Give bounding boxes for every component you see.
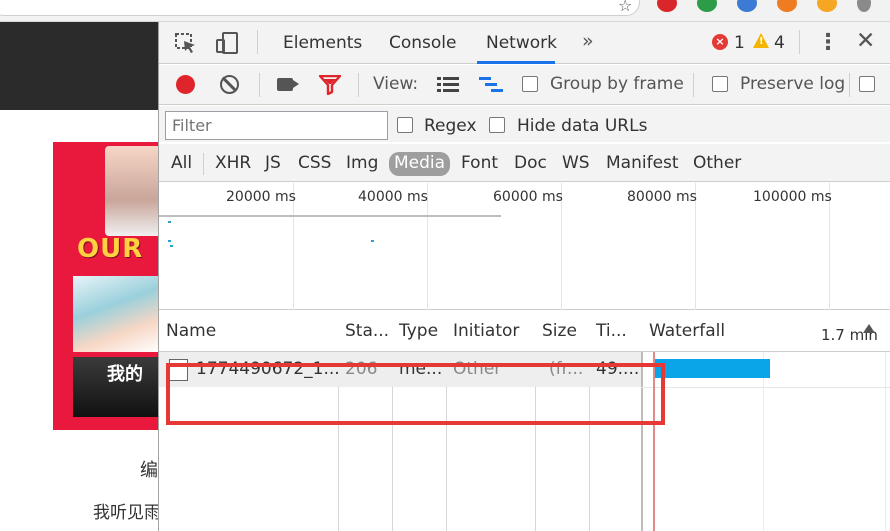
extension-icon-1[interactable] <box>657 0 677 12</box>
filter-bar: Regex Hide data URLs <box>159 106 890 142</box>
waterfall-bar[interactable] <box>653 359 770 378</box>
devtools-panel: Elements Console Network » × 1 ! 4 ⋮ ✕ V… <box>158 22 890 531</box>
waterfall-view-icon[interactable] <box>479 76 503 93</box>
overview-mark <box>371 240 374 242</box>
toolbar-separator-4 <box>849 73 850 97</box>
screen: ☆ OUR 我的 编 我听见雨 Elements Console Network… <box>0 0 890 531</box>
column-header-status[interactable]: Sta... <box>345 321 389 341</box>
waterfall-row-line <box>641 387 890 388</box>
poster-caption: 我的 <box>107 364 143 385</box>
close-icon[interactable]: ✕ <box>856 28 875 54</box>
list-view-icon[interactable] <box>437 76 459 93</box>
type-filter-js[interactable]: JS <box>262 152 284 176</box>
regex-label[interactable]: Regex <box>424 116 477 136</box>
device-toolbar-icon[interactable] <box>216 32 240 54</box>
inspect-element-icon[interactable] <box>174 32 198 54</box>
tabbar-separator-2 <box>799 30 800 54</box>
column-header-time[interactable]: Ti... <box>596 321 627 341</box>
extension-icon-2[interactable] <box>697 0 717 12</box>
page-text-line-2: 我听见雨 <box>93 503 161 523</box>
type-filter-css[interactable]: CSS <box>295 152 334 176</box>
error-icon[interactable]: × <box>712 34 728 50</box>
browser-toolbar: ☆ <box>0 0 890 22</box>
screenshot-camera-icon[interactable] <box>277 78 293 91</box>
network-toolbar: View: Group by frame Preserve log <box>159 65 890 105</box>
poster-image[interactable]: OUR 我的 <box>53 142 160 430</box>
column-header-type[interactable]: Type <box>399 321 438 341</box>
type-filter-other[interactable]: Other <box>690 152 744 176</box>
poster-photo-middle <box>73 276 159 352</box>
tab-console[interactable]: Console <box>389 33 457 53</box>
record-icon[interactable] <box>176 75 195 94</box>
poster-title: OUR <box>77 234 144 264</box>
star-icon[interactable]: ☆ <box>618 0 632 15</box>
sort-arrow-icon[interactable] <box>863 324 875 333</box>
overview-label: 60000 ms <box>493 189 563 205</box>
type-filter-img[interactable]: Img <box>343 152 381 176</box>
overview-range-bar[interactable] <box>159 215 501 217</box>
tabbar-separator <box>257 30 258 54</box>
group-by-frame-label[interactable]: Group by frame <box>550 74 684 94</box>
table-header: Name Sta... Type Initiator Size Ti... Wa… <box>159 311 890 352</box>
resource-type-bar: All XHR JS CSS Img Media Font Doc WS Man… <box>159 144 890 182</box>
devtools-tabbar: Elements Console Network » × 1 ! 4 ⋮ ✕ <box>159 22 890 64</box>
filter-input[interactable] <box>165 111 388 140</box>
page-text-line-1: 编 <box>140 460 158 481</box>
regex-checkbox[interactable] <box>397 117 413 133</box>
hide-data-urls-label[interactable]: Hide data URLs <box>517 116 647 136</box>
page-header-dark <box>0 22 160 110</box>
view-label: View: <box>373 74 419 94</box>
preserve-log-label[interactable]: Preserve log <box>740 74 845 94</box>
extension-icon-6[interactable] <box>857 0 871 12</box>
request-table: Name Sta... Type Initiator Size Ti... Wa… <box>159 311 890 531</box>
extension-icon-3[interactable] <box>737 0 757 12</box>
column-header-name[interactable]: Name <box>166 321 216 341</box>
overview-mark <box>168 221 171 223</box>
type-filter-doc[interactable]: Doc <box>511 152 550 176</box>
column-header-waterfall[interactable]: Waterfall <box>649 321 725 341</box>
more-tabs-icon[interactable]: » <box>582 30 594 52</box>
timeline-overview[interactable]: 20000 ms 40000 ms 60000 ms 80000 ms 1000… <box>159 183 890 310</box>
warning-mark: ! <box>759 36 764 47</box>
type-filter-xhr[interactable]: XHR <box>212 152 254 176</box>
preserve-log-checkbox[interactable] <box>712 76 728 92</box>
kebab-menu-icon[interactable]: ⋮ <box>817 30 839 55</box>
column-header-size[interactable]: Size <box>542 321 577 341</box>
type-separator <box>203 153 204 175</box>
toolbar-separator <box>259 73 260 97</box>
extension-icon-4[interactable] <box>777 0 797 12</box>
overview-label: 20000 ms <box>226 189 296 205</box>
overview-mark <box>170 245 173 247</box>
column-header-initiator[interactable]: Initiator <box>453 321 519 341</box>
tab-network[interactable]: Network <box>486 33 557 53</box>
type-filter-all[interactable]: All <box>168 152 195 176</box>
disable-cache-checkbox[interactable] <box>859 76 875 92</box>
type-filter-font[interactable]: Font <box>458 152 501 176</box>
toolbar-separator-2 <box>358 73 359 97</box>
type-filter-ws[interactable]: WS <box>559 152 593 176</box>
group-by-frame-checkbox[interactable] <box>522 76 538 92</box>
overview-label: 80000 ms <box>627 189 697 205</box>
type-filter-media[interactable]: Media <box>389 152 451 176</box>
poster-photo-top <box>105 146 160 236</box>
hide-data-urls-checkbox[interactable] <box>489 117 505 133</box>
clear-icon[interactable] <box>220 75 239 94</box>
filter-funnel-icon[interactable] <box>319 75 341 95</box>
toolbar-separator-3 <box>693 73 694 97</box>
type-filter-manifest[interactable]: Manifest <box>603 152 682 176</box>
extension-icon-5[interactable] <box>817 0 837 12</box>
error-count[interactable]: 1 <box>734 33 745 53</box>
warning-count[interactable]: 4 <box>774 33 785 53</box>
tab-elements[interactable]: Elements <box>283 33 362 53</box>
active-tab-indicator <box>477 61 555 64</box>
address-bar[interactable] <box>0 0 640 16</box>
overview-mark <box>168 240 171 242</box>
overview-label: 100000 ms <box>753 189 832 205</box>
overview-label: 40000 ms <box>358 189 428 205</box>
highlight-annotation <box>166 363 665 425</box>
